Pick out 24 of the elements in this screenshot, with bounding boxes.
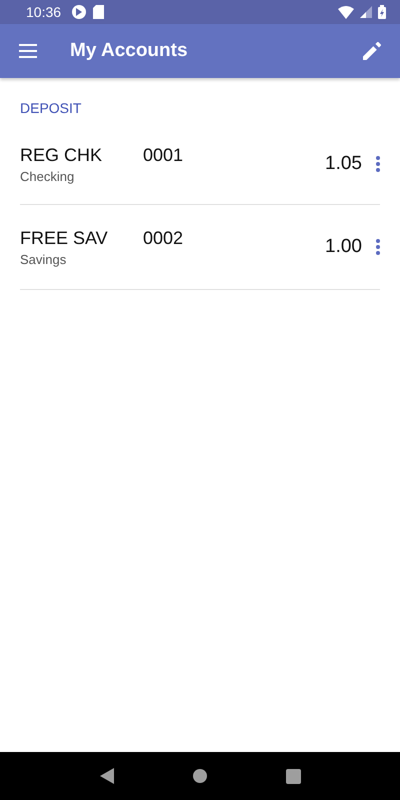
account-number: 0001 (143, 144, 184, 166)
clock: 10:36 (26, 4, 62, 20)
account-balance: 1.05 (325, 153, 362, 175)
battery-icon (378, 5, 386, 19)
account-name: REG CHK (20, 144, 104, 166)
triangle-icon (100, 768, 114, 784)
account-type: Savings (20, 252, 68, 266)
sd-card-icon (93, 5, 104, 19)
signal-icon (360, 6, 372, 18)
account-row[interactable]: FREE SAV 0002 Savings 1.00 (20, 205, 380, 290)
account-number: 0002 (143, 228, 184, 248)
account-balance: 1.00 (325, 236, 362, 258)
account-type: Checking (20, 168, 76, 184)
account-row[interactable]: REG CHK 0001 Checking 1.05 (20, 124, 380, 205)
wifi-icon (338, 6, 354, 18)
menu-icon (19, 44, 37, 58)
pencil-icon (363, 42, 381, 60)
circle-icon (192, 769, 206, 783)
app-title: My Accounts (70, 40, 189, 62)
section-header: DEPOSIT (20, 100, 82, 118)
more-vertical-icon (376, 239, 380, 255)
account-name: FREE SAV (20, 228, 109, 248)
more-vertical-icon (376, 156, 380, 172)
square-icon (286, 768, 300, 784)
